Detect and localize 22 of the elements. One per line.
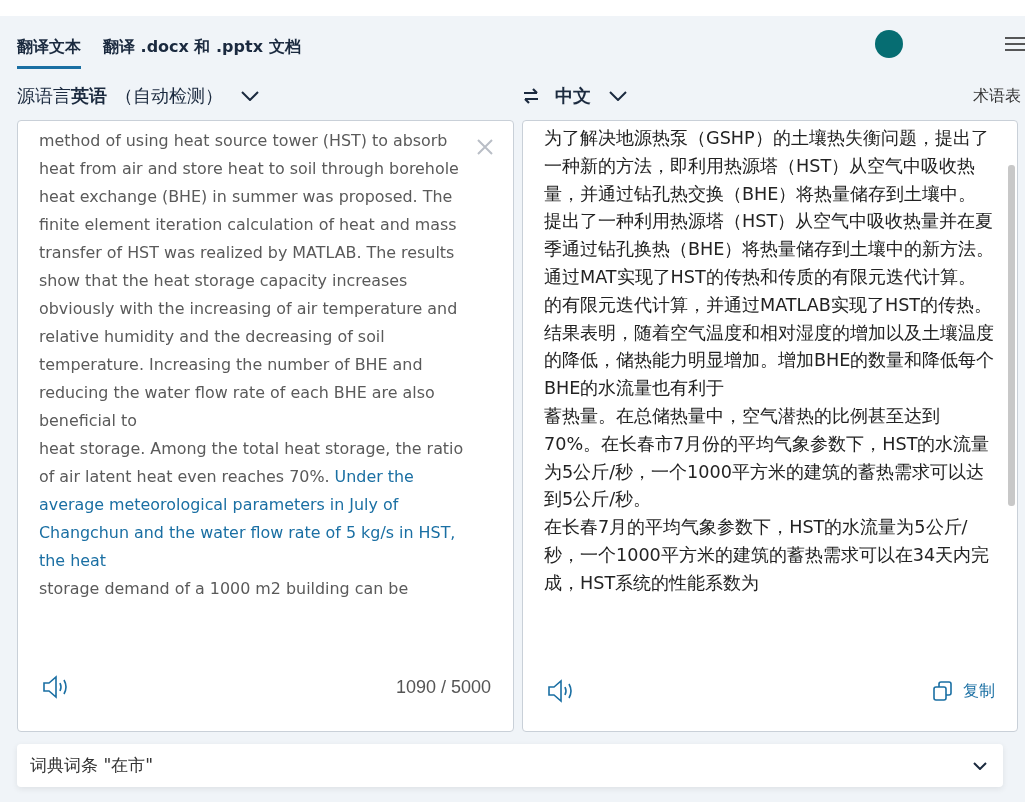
translation-paragraph: 在长春7月的平均气象参数下，HST的水流量为5公斤/秒，一个1000平方米的建筑的蓄热需求可以在34天内完成，HST系统的性能系数为 <box>544 516 991 595</box>
source-paragraph: heat storage. Among the total heat storage, the ratio of air latent heat even reaches 70%. Under the average meteorological parameters in July of Changchun and the water flow rate of 5 kg/s in HST, the heat <box>39 438 465 572</box>
dictionary-bar[interactable]: 词典词条 "在市" <box>17 744 1003 787</box>
scrollbar[interactable] <box>1008 165 1015 506</box>
chevron-down-icon <box>609 91 627 101</box>
target-language-selector[interactable]: 中文 <box>555 84 627 108</box>
menu-icon[interactable] <box>1005 37 1025 51</box>
account-avatar[interactable] <box>875 30 903 58</box>
translation-paragraph: 蓄热量。在总储热量中，空气潜热的比例甚至达到70%。在长春市7月份的平均气象参数下，HST的水流量为5公斤/秒，一个1000平方米的建筑的蓄热需求可以达到5公斤/秒。 <box>544 404 991 512</box>
copy-button[interactable]: 复制 <box>933 680 995 702</box>
chevron-down-icon <box>241 91 259 101</box>
translation-paragraph: 提出了一种利用热源塔（HST）从空气中吸收热量并在夏季通过钻孔换热（BHE）将热量储存到土壤中的新方法。通过MAT实现了HST的传热和传质的有限元迭代计算。 <box>544 210 996 289</box>
tab[interactable]: 翻译 .docx 和 .pptx 文档 <box>103 25 301 69</box>
source-language-selector[interactable]: 源语言英语 （自动检测） <box>17 84 259 108</box>
character-count: 1090 / 5000 <box>395 676 491 698</box>
copy-icon <box>933 681 953 701</box>
swap-languages-icon[interactable] <box>523 88 539 104</box>
translation-paragraph: 为了解决地源热泵（GSHP）的土壤热失衡问题，提出了一种新的方法，即利用热源塔（HST）从空气中吸收热量，并通过钻孔热交换（BHE）将热量储存到土壤中。 <box>544 127 990 206</box>
tab[interactable]: 翻译文本 <box>17 25 81 69</box>
translation-paragraph: 的有限元迭代计算，并通过MATLAB实现了HST的传热。结果表明，随着空气温度和相对湿度的增加以及土壤温度的降低，储热能力明显增加。增加BHE的数量和降低每个BHE的水流量也有利于 <box>544 293 996 401</box>
glossary-link[interactable]: 术语表 <box>973 85 1021 107</box>
source-paragraph: storage demand of a 1000 m2 building can be <box>39 578 409 600</box>
